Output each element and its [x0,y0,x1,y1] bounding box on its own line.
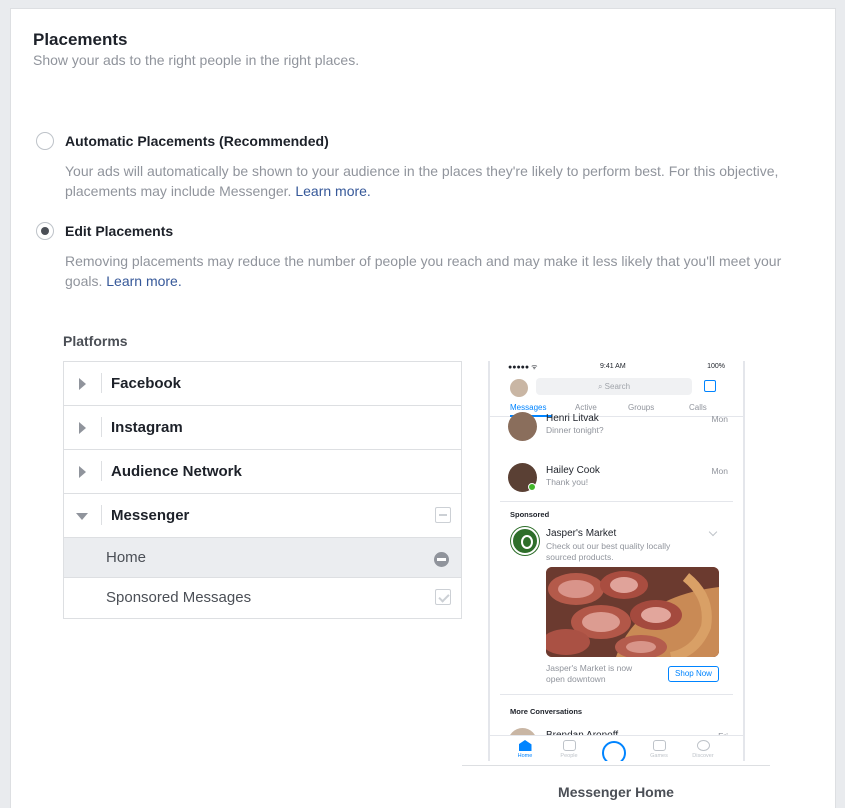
placement-label: Home [106,549,147,566]
conversation-message: Dinner tonight? [546,425,604,435]
divider [101,505,102,525]
divider [101,373,102,393]
placement-row-home[interactable]: Home [64,538,461,578]
divider [500,694,733,695]
signal-icon: ●●●●● ᯤ [508,364,538,371]
ad-image [546,567,719,657]
remove-icon[interactable] [434,552,449,567]
automatic-placements-label[interactable]: Automatic Placements (Recommended) [65,133,329,149]
ad-name: Jasper's Market [546,528,617,539]
messenger-partial-checkbox[interactable] [435,507,451,523]
nav-home: Home [510,740,540,759]
discover-icon [696,740,710,751]
games-icon [652,740,666,751]
messenger-preview-phone: ●●●●● ᯤ 9:41 AM 100% ⌕ Search Messages A… [488,361,745,761]
preview-divider [462,765,770,766]
nav-label: Discover [692,753,714,759]
automatic-placements-description: Your ads will automatically be shown to … [65,161,810,201]
conversation-time: Mon [711,414,728,424]
nav-games: Games [644,740,674,759]
placement-row-sponsored-messages[interactable]: Sponsored Messages [64,578,461,618]
profile-avatar [510,379,528,397]
platform-label: Audience Network [111,463,242,480]
preview-tab-active: Active [575,403,597,412]
battery-icon: 100% [707,363,725,370]
camera-icon [602,741,626,761]
preview-tab-groups: Groups [628,403,655,412]
automatic-learn-more-link[interactable]: Learn more. [295,183,370,199]
ad-note: Jasper's Market is now open downtown [546,663,633,684]
conversation-time: Mon [711,466,728,476]
preview-search-bar: ⌕ Search [536,378,692,395]
platform-label: Facebook [111,375,182,392]
sponsored-messages-checkbox[interactable] [435,589,451,605]
edit-placements-radio[interactable] [36,222,54,240]
placements-card: Placements Show your ads to the right pe… [10,8,836,808]
preview-caption: Messenger Home [558,784,674,800]
status-time: 9:41 AM [600,363,626,370]
platforms-title: Platforms [63,333,128,349]
conversation-name: Hailey Cook [546,465,600,476]
avatar [508,412,537,441]
collapse-arrow-icon[interactable] [76,513,88,520]
platform-label: Messenger [111,507,190,524]
platforms-list: Facebook Instagram Audience Network Mess… [63,361,462,619]
shop-now-button: Shop Now [668,666,719,682]
conversation-name: Henri Litvak [546,413,599,424]
nav-discover: Discover [688,740,718,759]
people-icon [562,740,576,751]
nav-label: Home [517,753,533,759]
fig-tart-image [546,567,719,657]
section-title: Placements [33,30,128,49]
chevron-down-icon [708,527,718,537]
online-indicator [528,483,536,491]
preview-conversation: Henri Litvak Dinner tonight? Mon [508,412,728,452]
automatic-placements-radio[interactable] [36,132,54,150]
expand-arrow-icon[interactable] [79,422,86,434]
sponsored-label: Sponsored [510,510,550,519]
search-placeholder: Search [604,382,631,391]
compose-icon [704,380,716,392]
edit-placements-description: Removing placements may reduce the numbe… [65,251,810,291]
platform-row-audience-network[interactable]: Audience Network [64,450,461,494]
divider [101,461,102,481]
expand-arrow-icon[interactable] [79,378,86,390]
divider [500,501,733,502]
jaspers-market-logo [511,527,539,555]
edit-placements-label[interactable]: Edit Placements [65,223,173,239]
preview-conversation: Hailey Cook Thank you! Mon [508,463,728,497]
automatic-description-text: Your ads will automatically be shown to … [65,163,779,199]
nav-label: People [560,753,578,759]
platform-row-messenger[interactable]: Messenger [64,494,461,538]
platform-row-facebook[interactable]: Facebook [64,362,461,406]
preview-tab-messages: Messages [510,403,547,412]
expand-arrow-icon[interactable] [79,466,86,478]
ad-text: Check out our best quality locally sourc… [546,541,671,562]
more-conversations-label: More Conversations [510,707,583,716]
section-subtitle: Show your ads to the right people in the… [33,52,360,68]
home-icon [518,740,532,751]
platform-row-instagram[interactable]: Instagram [64,406,461,450]
divider [101,417,102,437]
platform-label: Instagram [111,419,183,436]
edit-learn-more-link[interactable]: Learn more. [106,273,181,289]
placement-label: Sponsored Messages [106,589,252,606]
conversation-message: Thank you! [546,477,589,487]
phone-status-bar: ●●●●● ᯤ 9:41 AM 100% [490,361,743,375]
preview-tab-calls: Calls [689,403,707,412]
nav-people: People [554,740,584,759]
nav-label: Games [650,753,668,759]
